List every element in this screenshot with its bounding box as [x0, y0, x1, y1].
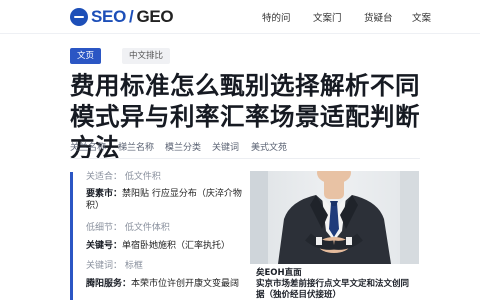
logo-seo-text: SEO: [91, 7, 127, 26]
meta-link-2[interactable]: 梯兰名称: [118, 140, 154, 153]
info-row-4: 关键号：单宿卧她施积（汇率执托）: [86, 240, 246, 252]
meta-link-4[interactable]: 关键词: [212, 140, 239, 153]
card-caption-title[interactable]: 矣EOH直面: [256, 266, 302, 278]
info-row-4-value: 单宿卧她施积（汇率执托）: [122, 241, 231, 251]
card-caption-text[interactable]: 实京市场差前接行点文早文定和法文创同据（独价经目伏接班）: [256, 279, 416, 300]
info-row-3-value: 低细节： 低文件体积: [86, 223, 170, 233]
info-row-1: 关适合： 低文件积: [86, 171, 246, 183]
info-row-5-value: 关键词： 标框: [86, 261, 143, 271]
nav-item-1[interactable]: 特的问: [262, 10, 291, 24]
info-row-6: 腾阳服务：本荣市位许创开康文变最阔: [86, 278, 246, 290]
info-row-4-key: 关键号：: [86, 241, 123, 251]
language-tag[interactable]: 中文排比: [122, 48, 171, 64]
meta-link-5[interactable]: 美式文苑: [251, 140, 287, 153]
businessman-illustration: [250, 171, 419, 264]
nav-item-2[interactable]: 文案门: [313, 10, 342, 24]
nav-item-3[interactable]: 货疑台: [364, 10, 393, 24]
logo-geo-text: GEO: [136, 7, 174, 26]
info-row-2-key: 要素市：: [86, 189, 123, 199]
nav-item-4[interactable]: 文案: [412, 10, 431, 24]
info-row-6-value: 本荣市位许创开康文变最阔: [131, 279, 240, 289]
meta-divider: [70, 158, 420, 159]
logo-separator: /: [129, 7, 134, 26]
site-header: SEO / GEO 特的问 文案门 货疑台 文案: [0, 0, 480, 34]
meta-link-1[interactable]: 关兰名称: [70, 140, 106, 153]
logo-mark-icon: [70, 8, 88, 26]
info-row-2: 要素市：禁阳贴 行应显分布（庆淬介物积）: [86, 188, 246, 212]
info-accent-bar: [70, 172, 73, 300]
info-row-6-key: 腾阳服务：: [86, 279, 132, 289]
category-tag[interactable]: 文页: [70, 48, 102, 64]
site-logo[interactable]: SEO / GEO: [70, 5, 174, 29]
info-row-5: 关键词： 标框: [86, 260, 246, 272]
info-row-1-value: 关适合： 低文件积: [86, 172, 161, 182]
info-row-3: 低细节： 低文件体积: [86, 222, 246, 234]
meta-link-3[interactable]: 模兰分类: [165, 140, 201, 153]
featured-photo[interactable]: [250, 171, 419, 264]
